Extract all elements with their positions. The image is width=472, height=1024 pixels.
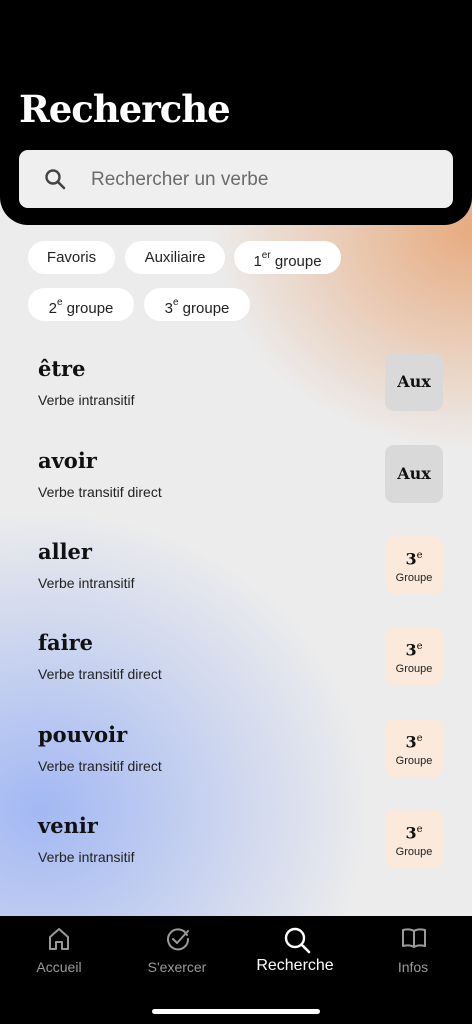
verb-row-pouvoir[interactable]: pouvoir Verbe transitif direct 3e Groupe (0, 706, 472, 797)
filter-chip-groupe-2[interactable]: 2e groupe (28, 288, 134, 321)
header: Recherche (0, 0, 472, 225)
tab-infos[interactable]: Infos (354, 916, 472, 986)
verb-type: Verbe transitif direct (38, 758, 162, 774)
verb-row-etre[interactable]: être Verbe intransitif Aux (0, 340, 472, 431)
page-title: Recherche (19, 87, 231, 131)
search-icon (45, 169, 66, 190)
chip-label-sup: e (56, 297, 63, 308)
badge-sub: Groupe (395, 572, 433, 585)
auxiliary-badge: Aux (385, 353, 443, 411)
tab-label: S'exercer (147, 959, 207, 975)
verb-type: Verbe intransitif (38, 849, 135, 865)
filter-chip-favoris[interactable]: Favoris (28, 241, 115, 274)
badge-number-value: 3 (405, 640, 417, 660)
verb-row-aller[interactable]: aller Verbe intransitif 3e Groupe (0, 523, 472, 614)
verb-name: être (38, 356, 86, 381)
verb-name: aller (38, 539, 92, 564)
verb-type: Verbe intransitif (38, 575, 135, 591)
filter-chip-auxiliaire[interactable]: Auxiliaire (125, 241, 225, 274)
group-badge: 3e Groupe (385, 536, 443, 594)
chip-label: Auxiliaire (144, 249, 206, 266)
badge-number-value: 3 (405, 732, 417, 752)
badge-number: 3e (385, 719, 443, 751)
badge-sub: Groupe (395, 846, 433, 859)
chip-label-text: groupe (270, 253, 322, 270)
verb-type: Verbe transitif direct (38, 484, 162, 500)
badge-sub: Groupe (395, 663, 433, 676)
badge-number-value: 3 (405, 823, 417, 843)
badge-sub: Groupe (395, 755, 433, 768)
chip-label-text: groupe (62, 300, 114, 317)
verb-name: venir (38, 813, 98, 838)
group-badge: 3e Groupe (385, 719, 443, 777)
badge-number: 3e (385, 810, 443, 842)
chip-label-number: 1 (253, 253, 262, 270)
search-input[interactable] (89, 150, 433, 210)
search-icon (284, 927, 311, 954)
auxiliary-badge: Aux (385, 445, 443, 503)
tab-accueil[interactable]: Accueil (0, 916, 118, 986)
verb-row-faire[interactable]: faire Verbe transitif direct 3e Groupe (0, 614, 472, 705)
verb-row-avoir[interactable]: avoir Verbe transitif direct Aux (0, 432, 472, 523)
chip-label-text: groupe (178, 300, 230, 317)
chip-label-sup: e (172, 297, 179, 308)
home-icon (49, 928, 69, 950)
chip-label-number: 2 (48, 300, 57, 317)
badge-sup: e (416, 550, 423, 561)
verb-type: Verbe transitif direct (38, 666, 162, 682)
chip-label-number: 3 (164, 300, 173, 317)
filter-chip-groupe-1[interactable]: 1er groupe (234, 241, 341, 274)
badge-sup: e (416, 824, 423, 835)
chip-label: Favoris (46, 249, 97, 266)
book-icon (402, 928, 426, 948)
home-indicator (152, 1009, 320, 1014)
badge-sup: e (416, 641, 423, 652)
tab-label: Infos (397, 959, 429, 975)
badge-number: 3e (385, 627, 443, 659)
verb-name: pouvoir (38, 722, 128, 747)
group-badge: 3e Groupe (385, 627, 443, 685)
filter-chip-groupe-3[interactable]: 3e groupe (144, 288, 250, 321)
tab-exercer[interactable]: S'exercer (118, 916, 236, 986)
badge-label: Aux (397, 464, 431, 483)
chip-label-sup: er (261, 250, 271, 261)
badge-number-value: 3 (405, 549, 417, 569)
group-badge: 3e Groupe (385, 810, 443, 868)
tab-label: Recherche (256, 957, 334, 974)
tab-recherche[interactable]: Recherche (236, 916, 354, 986)
verb-name: faire (38, 630, 94, 655)
verb-row-venir[interactable]: venir Verbe intransitif 3e Groupe (0, 797, 472, 888)
verb-name: avoir (38, 448, 97, 473)
badge-number: 3e (385, 536, 443, 568)
tab-label: Accueil (36, 959, 82, 975)
verb-type: Verbe intransitif (38, 392, 135, 408)
badge-label: Aux (397, 372, 431, 391)
search-bar[interactable] (19, 150, 453, 210)
badge-sup: e (416, 733, 423, 744)
tab-bar: Accueil S'exercer Recherche Infos (0, 916, 472, 1024)
check-circle-icon (167, 928, 190, 951)
